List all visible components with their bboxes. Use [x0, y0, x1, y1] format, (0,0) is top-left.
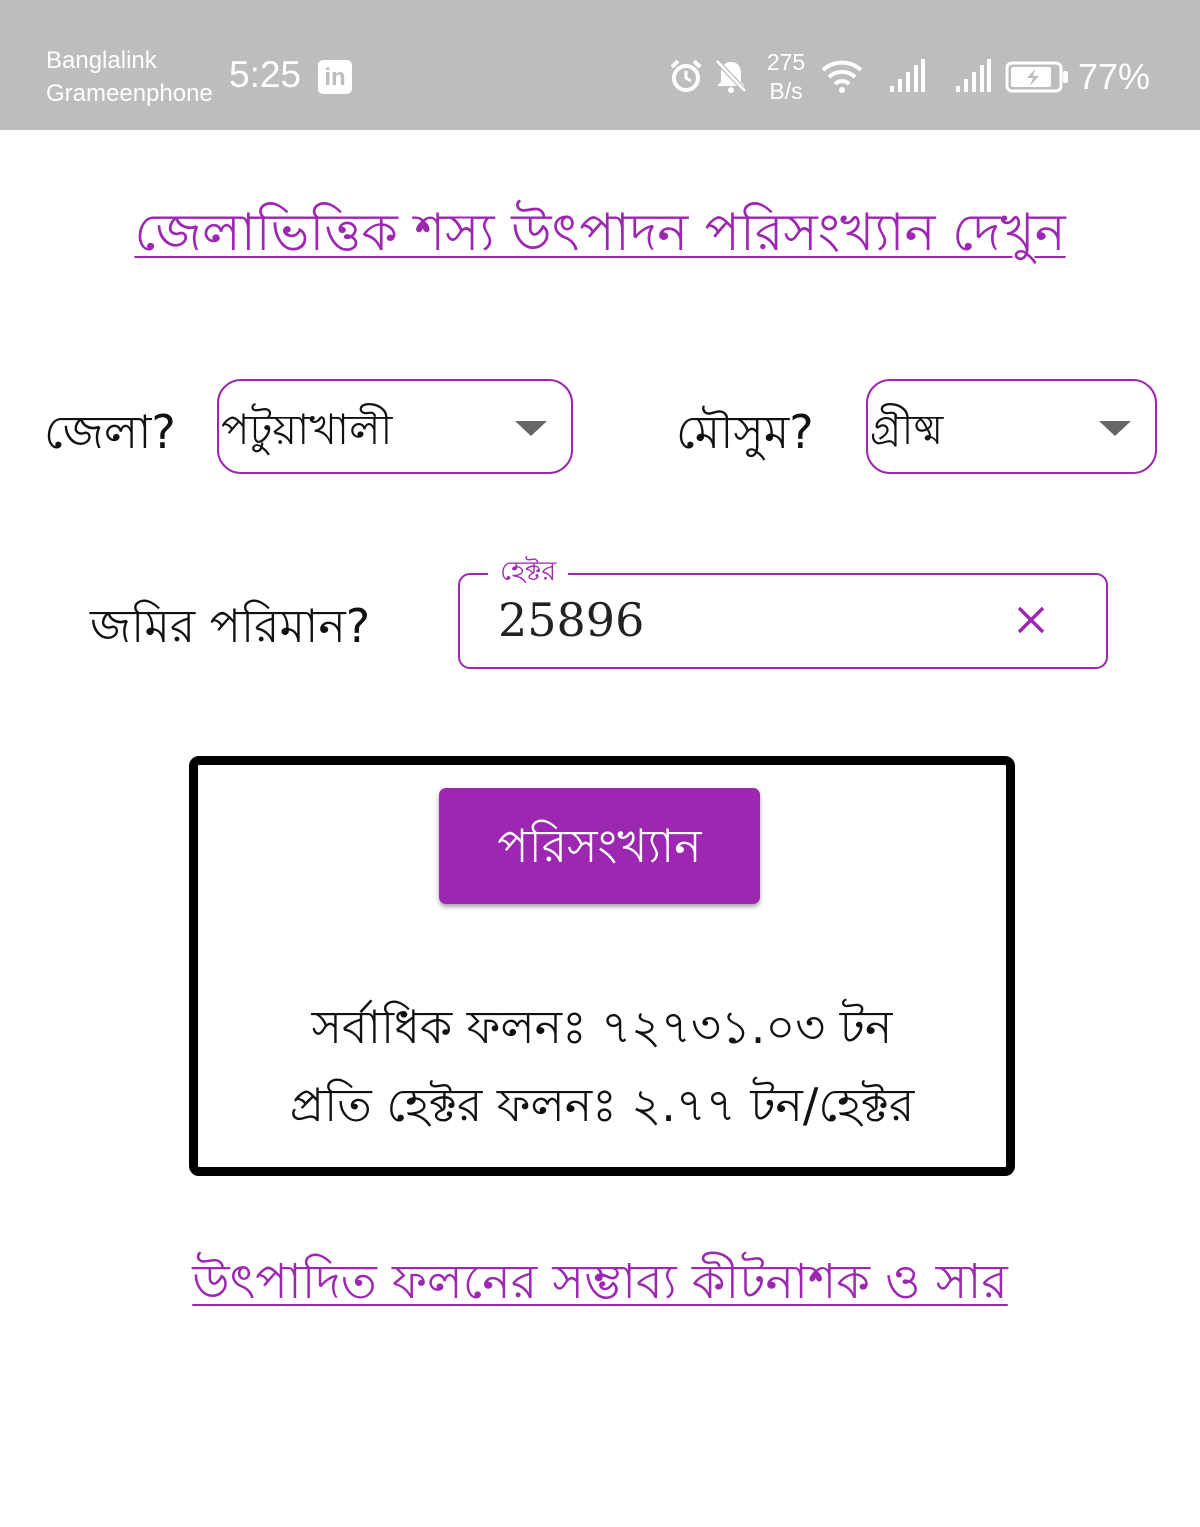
hectare-field-label: হেক্টর [488, 551, 569, 596]
signal-icon [956, 59, 991, 92]
pesticide-fertilizer-link[interactable]: উৎপাদিত ফলনের সম্ভাব্য কীটনাশক ও সার [0, 1246, 1200, 1325]
status-bar: Banglalink Grameenphone 5:25 in 275 B/s [0, 0, 1200, 130]
linkedin-icon: in [318, 60, 352, 94]
signal-icon [890, 59, 925, 92]
battery-percentage: 77% [1078, 56, 1151, 97]
per-hectare-yield-text: প্রতি হেক্টর ফলনঃ ২.৭৭ টন/হেক্টর [289, 1078, 915, 1132]
result-panel: পরিসংখ্যান সর্বাধিক ফলনঃ ৭২৭৩১.০৩ টন প্র… [189, 756, 1015, 1176]
district-label: জেলা? [44, 405, 176, 459]
battery-charging-icon [1005, 61, 1068, 93]
network-speed-value: 275 [766, 49, 806, 75]
network-speed-unit: B/s [769, 78, 803, 104]
wifi-icon [821, 60, 863, 93]
carrier-2: Grameenphone [46, 80, 213, 107]
season-select[interactable]: গ্রীষ্ম [866, 379, 1157, 474]
land-amount-label: জমির পরিমান? [90, 599, 371, 653]
network-speed: 275 B/s [762, 48, 810, 106]
status-time: 5:25 [229, 54, 302, 95]
alarm-icon [670, 59, 702, 92]
carrier-1: Banglalink [46, 47, 157, 74]
bell-off-icon [715, 59, 747, 93]
dropdown-arrow-icon [515, 421, 547, 436]
district-selected-value: পটুয়াখালী [221, 405, 393, 454]
dropdown-arrow-icon [1099, 421, 1131, 436]
statistics-button[interactable]: পরিসংখ্যান [439, 788, 760, 904]
clear-icon[interactable] [1014, 603, 1048, 637]
land-amount-value: 25896 [498, 593, 645, 647]
carrier-names: Banglalink Grameenphone [46, 44, 213, 110]
district-select[interactable]: পটুয়াখালী [217, 379, 573, 474]
district-stats-link[interactable]: জেলাভিত্তিক শস্য উৎপাদন পরিসংখ্যান দেখুন [0, 192, 1200, 279]
land-amount-input[interactable]: হেক্টর 25896 [458, 551, 1108, 669]
season-selected-value: গ্রীষ্ম [870, 405, 944, 454]
season-label: মৌসুম? [676, 405, 814, 459]
max-yield-text: সর্বাধিক ফলনঃ ৭২৭৩১.০৩ টন [311, 1000, 893, 1054]
